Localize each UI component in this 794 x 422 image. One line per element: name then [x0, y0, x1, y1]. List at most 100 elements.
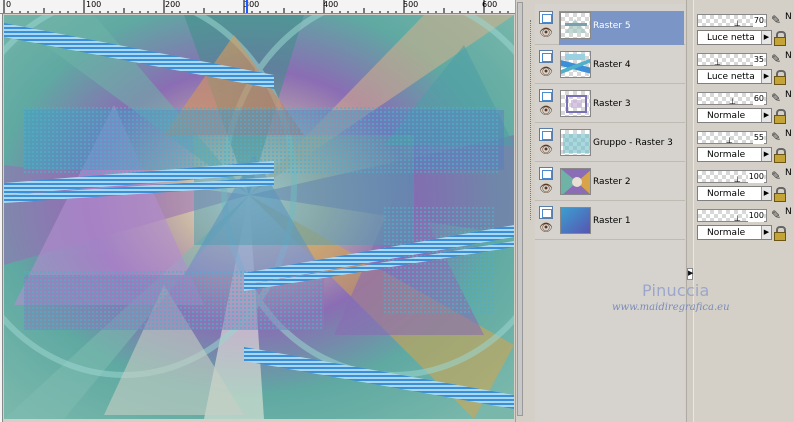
blend-mode-select[interactable]: Normale ▶: [697, 147, 772, 162]
pen-icon[interactable]: ✎: [771, 130, 784, 145]
layer-row-raster-5[interactable]: 👁 Raster 5: [535, 6, 685, 45]
horizontal-ruler: 0 100 200 300 400 500 600: [0, 0, 516, 14]
layer-row-raster-1[interactable]: 👁 Raster 1: [535, 201, 685, 240]
chevron-right-icon[interactable]: ▶: [761, 187, 771, 200]
eye-icon[interactable]: 👁: [539, 144, 553, 155]
lock-icon[interactable]: [774, 31, 786, 46]
layer-name: Raster 3: [593, 99, 631, 109]
eye-icon[interactable]: 👁: [539, 183, 553, 194]
chevron-right-icon[interactable]: ▶: [761, 226, 771, 239]
group-tree-line: [530, 20, 531, 220]
blend-mode-label: Normale: [707, 228, 746, 238]
artwork: [4, 15, 514, 419]
layer-properties-raster-1: ⊥ 100 Normale ▶ ✎ N: [694, 205, 794, 244]
pen-icon[interactable]: ✎: [771, 91, 784, 106]
lock-icon[interactable]: [774, 70, 786, 85]
opacity-value: 100: [747, 210, 764, 222]
watermark-title: Pinuccia: [642, 281, 710, 300]
chevron-right-icon[interactable]: ▶: [761, 148, 771, 161]
opacity-slider[interactable]: ⊥ 55: [697, 131, 767, 145]
layer-properties-raster-2: ⊥ 100 Normale ▶ ✎ N: [694, 166, 794, 205]
eye-icon[interactable]: 👁: [539, 105, 553, 116]
opacity-slider[interactable]: ⊥ 60: [697, 92, 767, 106]
ruler-label: 500: [403, 0, 419, 9]
raster-layer-icon: [539, 50, 553, 63]
raster-layer-icon: [539, 206, 553, 219]
layer-thumbnail: [560, 12, 591, 39]
layer-thumbnail: [560, 51, 591, 78]
opacity-slider[interactable]: ⊥ 35: [697, 53, 767, 67]
lock-icon[interactable]: [774, 187, 786, 202]
raster-layer-icon: [539, 89, 553, 102]
layer-row-raster-3[interactable]: 👁 Raster 3: [535, 84, 685, 123]
vertical-ruler: [0, 14, 3, 422]
opacity-value: 100: [747, 171, 764, 183]
opacity-marker[interactable]: ⊥: [714, 59, 721, 67]
ruler-label: 0: [6, 0, 12, 9]
chevron-right-icon[interactable]: ▶: [687, 268, 693, 280]
layer-name: Gruppo - Raster 3: [593, 138, 673, 148]
blend-mode-select[interactable]: Normale ▶: [697, 186, 772, 201]
opacity-marker[interactable]: ⊥: [734, 176, 741, 184]
layer-thumbnail: [560, 207, 591, 234]
pen-icon[interactable]: ✎: [771, 208, 784, 223]
raster-layer-icon: [539, 128, 553, 141]
layer-row-raster-2[interactable]: 👁 Raster 2: [535, 162, 685, 201]
truncated-column-letter: N: [785, 129, 792, 139]
pen-icon[interactable]: ✎: [771, 13, 784, 28]
opacity-value: 60: [752, 93, 764, 105]
layer-name: Raster 2: [593, 177, 631, 187]
lock-icon[interactable]: [774, 148, 786, 163]
eye-icon[interactable]: 👁: [539, 27, 553, 38]
thumbnail-art: [565, 19, 587, 33]
lock-icon[interactable]: [774, 226, 786, 241]
opacity-value: 55: [752, 132, 764, 144]
thumbnail-art: [566, 95, 587, 113]
opacity-value: 70: [752, 15, 764, 27]
truncated-column-letter: N: [785, 168, 792, 178]
watermark-url: www.maidiregrafica.eu: [612, 302, 730, 313]
chevron-right-icon[interactable]: ▶: [761, 109, 771, 122]
opacity-slider[interactable]: ⊥ 100: [697, 170, 767, 184]
layer-properties-raster-5: ⊥ 70 Luce netta ▶ ✎ N: [694, 10, 794, 49]
eye-icon[interactable]: 👁: [539, 66, 553, 77]
opacity-slider[interactable]: ⊥ 70: [697, 14, 767, 28]
ruler-label: 200: [165, 0, 181, 9]
layer-name: Raster 5: [593, 21, 631, 31]
layer-row-gruppo-raster-3[interactable]: 👁 Gruppo - Raster 3: [535, 123, 685, 162]
chevron-right-icon[interactable]: ▶: [761, 70, 771, 83]
thumbnail-art: [561, 54, 590, 74]
raster-layer-icon: [539, 167, 553, 180]
lock-icon[interactable]: [774, 109, 786, 124]
image-canvas[interactable]: [4, 15, 514, 419]
layer-thumbnail: [560, 168, 591, 195]
thumbnail-art: [563, 134, 590, 153]
layer-name: Raster 1: [593, 216, 631, 226]
paint-shop-pro-window: 0 100 200 300 400 500 600 👁 Raster 5 👁 R…: [0, 0, 794, 422]
opacity-marker[interactable]: ⊥: [726, 137, 733, 145]
opacity-marker[interactable]: ⊥: [734, 215, 741, 223]
opacity-value: 35: [752, 54, 764, 66]
blend-mode-select[interactable]: Normale ▶: [697, 108, 772, 123]
pen-icon[interactable]: ✎: [771, 169, 784, 184]
scrollbar-thumb[interactable]: [517, 2, 523, 416]
raster-layer-icon: [539, 11, 553, 24]
layer-thumbnail: [560, 129, 591, 156]
panel-splitter[interactable]: [686, 0, 694, 422]
opacity-marker[interactable]: ⊥: [734, 20, 741, 28]
blend-mode-select[interactable]: Luce netta ▶: [697, 69, 772, 84]
blend-mode-select[interactable]: Normale ▶: [697, 225, 772, 240]
vertical-scrollbar[interactable]: [515, 0, 524, 422]
layer-row-raster-4[interactable]: 👁 Raster 4: [535, 45, 685, 84]
blend-mode-select[interactable]: Luce netta ▶: [697, 30, 772, 45]
blend-mode-label: Luce netta: [707, 33, 755, 43]
pen-icon[interactable]: ✎: [771, 52, 784, 67]
blend-mode-label: Normale: [707, 111, 746, 121]
truncated-column-letter: N: [785, 12, 792, 22]
thumbnail-art: [561, 169, 590, 194]
chevron-right-icon[interactable]: ▶: [761, 31, 771, 44]
blend-mode-label: Normale: [707, 189, 746, 199]
opacity-slider[interactable]: ⊥ 100: [697, 209, 767, 223]
eye-icon[interactable]: 👁: [539, 222, 553, 233]
opacity-marker[interactable]: ⊥: [729, 98, 736, 106]
